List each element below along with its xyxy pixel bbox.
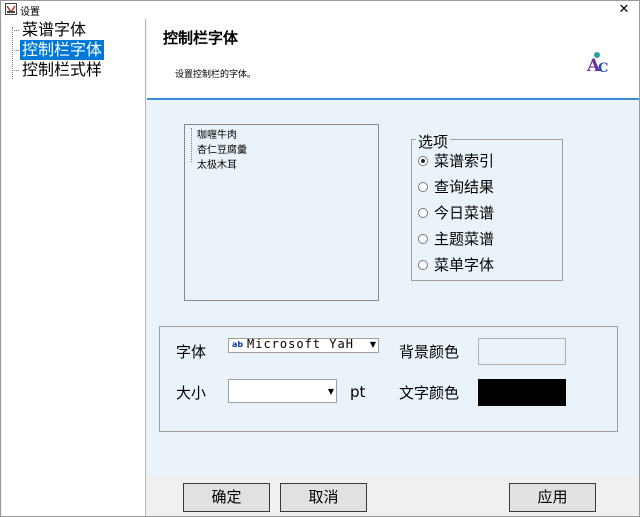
- font-type-icon: ab: [232, 340, 244, 349]
- font-select-value: Microsoft YaH: [247, 337, 354, 351]
- radio-button[interactable]: [418, 181, 428, 192]
- apply-button[interactable]: 应用: [509, 483, 596, 512]
- tree-connector: [12, 30, 19, 31]
- font-select[interactable]: ab Microsoft YaH ▼: [228, 337, 379, 353]
- page-subtitle: 设置控制栏的字体。: [175, 70, 257, 80]
- bg-color-swatch[interactable]: [478, 338, 566, 365]
- size-select[interactable]: ▼: [228, 379, 337, 403]
- close-button[interactable]: ✕: [613, 1, 635, 19]
- bg-color-label: 背景颜色: [399, 343, 460, 361]
- font-ac-icon: A C: [586, 52, 608, 75]
- radio-theme-recipes[interactable]: 主题菜谱: [418, 228, 494, 250]
- radio-button[interactable]: [418, 207, 428, 218]
- tree-connector: [12, 50, 19, 51]
- size-unit: pt: [350, 383, 366, 401]
- font-label: 字体: [176, 343, 207, 361]
- list-connector: [191, 128, 192, 162]
- tree-connector: [12, 27, 13, 79]
- settings-panel: 控制栏字体 设置控制栏的字体。 A C 咖喱牛肉 杏仁豆腐羹 太极木耳 选项 菜…: [147, 19, 639, 516]
- page-title: 控制栏字体: [163, 29, 239, 47]
- button-bar: 确定 取消 应用: [147, 476, 639, 516]
- radio-recipe-index[interactable]: 菜谱索引: [418, 150, 494, 172]
- text-color-label: 文字颜色: [399, 384, 460, 402]
- radio-label: 菜谱索引: [434, 152, 495, 170]
- radio-label: 查询结果: [434, 178, 495, 196]
- chevron-down-icon[interactable]: ▼: [370, 340, 376, 349]
- radio-today-recipes[interactable]: 今日菜谱: [418, 202, 494, 224]
- font-preview-list[interactable]: 咖喱牛肉 杏仁豆腐羹 太极木耳: [184, 124, 379, 301]
- radio-button[interactable]: [418, 233, 428, 244]
- ok-button[interactable]: 确定: [183, 483, 270, 512]
- cancel-button[interactable]: 取消: [280, 483, 367, 512]
- app-icon: [5, 3, 17, 15]
- panel-header: 控制栏字体 设置控制栏的字体。 A C: [147, 19, 639, 100]
- text-color-swatch[interactable]: [478, 379, 566, 406]
- window-title: 设置: [20, 7, 40, 18]
- radio-query-results[interactable]: 查询结果: [418, 176, 494, 198]
- tree-item-control-bar-style[interactable]: 控制栏式样: [20, 60, 104, 80]
- radio-label: 今日菜谱: [434, 204, 495, 222]
- tree-item-menu-font[interactable]: 菜谱字体: [20, 20, 88, 40]
- size-label: 大小: [176, 384, 207, 402]
- tree-connector: [12, 70, 19, 71]
- tree-item-control-bar-font[interactable]: 控制栏字体: [20, 40, 105, 60]
- options-legend: 选项: [416, 131, 451, 152]
- radio-button[interactable]: [418, 259, 428, 270]
- font-settings-group: 字体 ab Microsoft YaH ▼ 大小 ▼ pt 背景颜色 文字颜色: [159, 326, 618, 432]
- radio-menu-font[interactable]: 菜单字体: [418, 254, 494, 276]
- radio-button-selected[interactable]: [418, 155, 428, 166]
- svg-text:C: C: [598, 61, 608, 75]
- list-item[interactable]: 咖喱牛肉: [197, 126, 237, 141]
- chevron-down-icon[interactable]: ▼: [328, 387, 334, 396]
- settings-window: 设置 ✕ 菜谱字体 控制栏字体 控制栏式样 控制栏字体 设置控制栏的字体。 A …: [0, 0, 640, 517]
- title-bar: 设置 ✕: [1, 1, 639, 19]
- radio-label: 主题菜谱: [434, 230, 495, 248]
- options-group: 选项 菜谱索引 查询结果 今日菜谱 主题菜谱 菜单字体: [411, 131, 563, 281]
- list-item[interactable]: 太极木耳: [197, 156, 237, 171]
- list-item[interactable]: 杏仁豆腐羹: [197, 141, 247, 156]
- radio-label: 菜单字体: [434, 256, 495, 274]
- settings-tree: 菜谱字体 控制栏字体 控制栏式样: [2, 19, 146, 516]
